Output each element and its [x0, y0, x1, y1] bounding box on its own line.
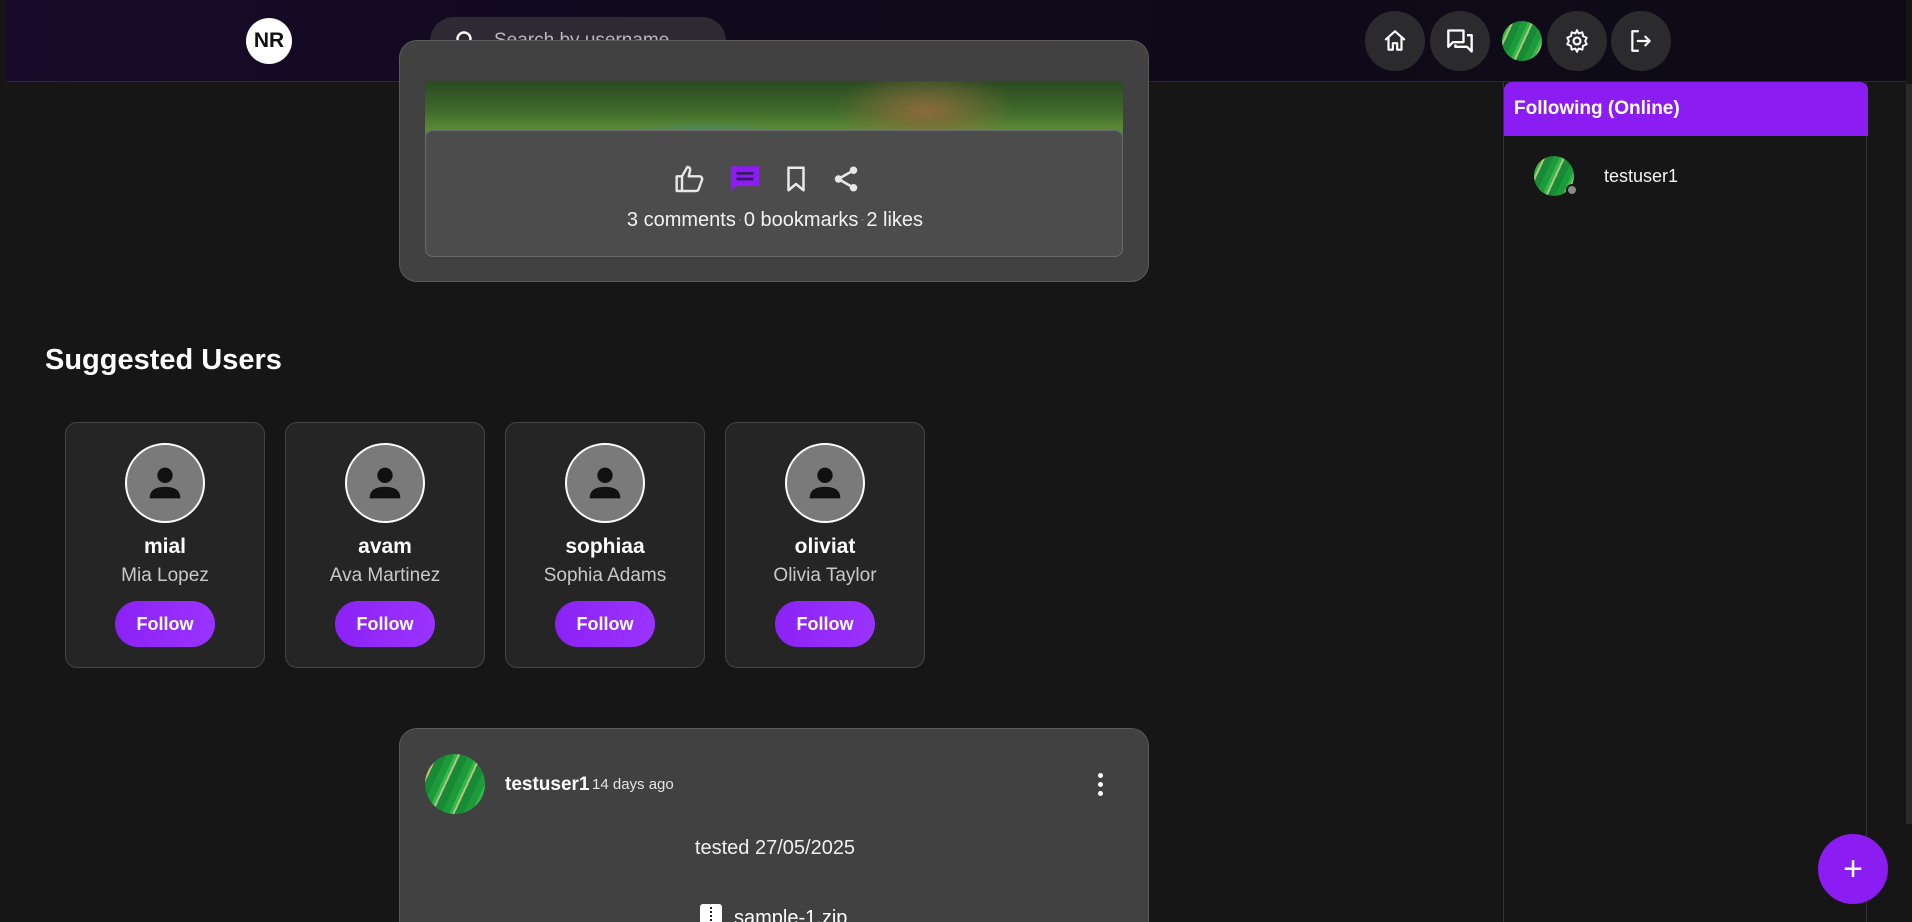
username[interactable]: avam [286, 535, 484, 559]
user-card[interactable]: avam Ava Martinez Follow [285, 422, 485, 668]
profile-avatar[interactable] [1502, 21, 1542, 61]
share-button[interactable] [828, 161, 864, 197]
bookmarks-count: 0 bookmarks [743, 209, 859, 231]
full-name: Mia Lopez [121, 565, 209, 586]
friend-name[interactable]: testuser1 [1604, 166, 1678, 187]
user-card[interactable]: mial Mia Lopez Follow [65, 422, 265, 668]
logout-icon [1631, 30, 1651, 52]
follow-button[interactable]: Follow [335, 601, 435, 647]
home-button[interactable] [1365, 11, 1425, 71]
scrollbar[interactable] [1906, 84, 1912, 824]
like-button[interactable] [672, 161, 708, 197]
gear-icon [1566, 29, 1588, 53]
person-icon [369, 467, 401, 499]
full-name: Ava Martinez [329, 565, 441, 586]
avatar[interactable] [785, 443, 865, 523]
comment-button[interactable] [727, 161, 763, 197]
follow-button[interactable]: Follow [115, 601, 215, 647]
person-icon [589, 467, 621, 499]
follow-button[interactable]: Follow [555, 601, 655, 647]
bookmark-button[interactable] [778, 161, 814, 197]
logo[interactable]: NR [246, 18, 292, 64]
home-icon [1384, 30, 1406, 51]
attachment-name[interactable]: sample-1.zip [734, 907, 847, 922]
zip-file-icon [700, 904, 722, 922]
bookmark-icon [787, 166, 805, 192]
comments-count[interactable]: 3 comments [627, 209, 736, 231]
more-vert-icon[interactable] [1088, 769, 1112, 799]
share-icon [834, 166, 858, 192]
username[interactable]: sophiaa [506, 535, 704, 559]
full-name: Olivia Taylor [773, 565, 877, 586]
messages-button[interactable] [1430, 11, 1490, 71]
comment-icon [730, 166, 760, 192]
post-text: tested 27/05/2025 [694, 837, 856, 859]
full-name: Sophia Adams [543, 565, 667, 586]
sidebar-title: Following (Online) [1504, 82, 1868, 136]
chat-icon [1447, 29, 1473, 53]
post-card: 3 comments · 0 bookmarks · 2 likes [399, 40, 1149, 282]
status-indicator [1566, 184, 1578, 196]
user-card[interactable]: sophiaa Sophia Adams Follow [505, 422, 705, 668]
page: NR Search by username... 3 comments · 0 … [0, 0, 1912, 922]
post-stats: 3 comments · 0 bookmarks · 2 likes [426, 209, 1124, 232]
attachment[interactable]: sample-1.zip [700, 904, 847, 922]
username[interactable]: oliviat [726, 535, 924, 559]
post-actions: 3 comments · 0 bookmarks · 2 likes [425, 130, 1123, 257]
settings-button[interactable] [1547, 11, 1607, 71]
avatar[interactable] [125, 443, 205, 523]
thumb-up-icon [675, 165, 704, 193]
likes-count[interactable]: 2 likes [866, 209, 923, 231]
suggested-users-title: Suggested Users [45, 344, 282, 376]
follow-button[interactable]: Follow [775, 601, 875, 647]
logout-button[interactable] [1611, 11, 1671, 71]
avatar[interactable] [565, 443, 645, 523]
post-timestamp: 14 days ago [592, 776, 674, 793]
person-icon [149, 467, 181, 499]
user-card[interactable]: oliviat Olivia Taylor Follow [725, 422, 925, 668]
create-post-button[interactable]: + [1818, 834, 1888, 904]
avatar[interactable] [345, 443, 425, 523]
post-username[interactable]: testuser1 [505, 774, 590, 796]
person-icon [809, 467, 841, 499]
following-sidebar: Following (Online) testuser1 [1503, 82, 1868, 922]
separator: · [737, 212, 742, 226]
avatar[interactable] [425, 754, 485, 814]
post-card: testuser1 14 days ago tested 27/05/2025 … [399, 728, 1149, 922]
username[interactable]: mial [66, 535, 264, 559]
